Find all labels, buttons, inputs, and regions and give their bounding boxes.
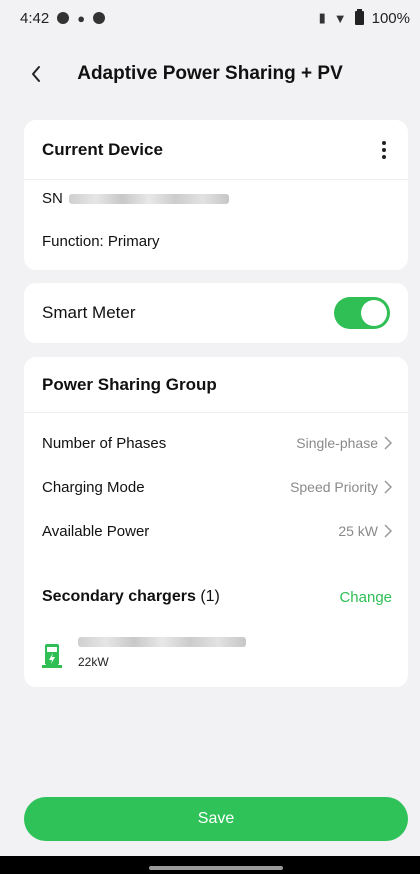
vibrate-icon: ▮ [318, 10, 326, 25]
notification-icon [57, 12, 70, 24]
serial-number-row: SN [42, 190, 229, 207]
page-title: Adaptive Power Sharing + PV [77, 63, 343, 84]
battery-level: 100% [371, 9, 410, 27]
serial-number-label: SN [42, 190, 63, 207]
charger-info: 22kW [78, 637, 246, 669]
setting-value-wrap: 25 kW [338, 523, 392, 539]
setting-row-phases[interactable]: Number of Phases Single-phase [42, 431, 392, 455]
function-text: Function: Primary [42, 233, 160, 250]
power-sharing-group-card: Power Sharing Group Number of Phases Sin… [24, 357, 408, 687]
battery-icon [354, 9, 364, 25]
current-device-title: Current Device [42, 139, 163, 159]
toggle-knob [361, 300, 387, 326]
charger-power: 22kW [78, 655, 109, 669]
power-sharing-group-header: Power Sharing Group [24, 357, 408, 413]
setting-value: 25 kW [338, 523, 378, 539]
setting-label: Number of Phases [42, 434, 167, 452]
setting-row-available-power[interactable]: Available Power 25 kW [42, 519, 392, 543]
setting-row-charging-mode[interactable]: Charging Mode Speed Priority [42, 475, 392, 499]
chevron-right-icon [384, 524, 392, 538]
change-link[interactable]: Change [339, 589, 392, 606]
secondary-chargers-row: Secondary chargers (1) Change [42, 585, 392, 609]
secondary-charger-item[interactable]: 22kW [42, 633, 246, 669]
current-device-card: Current Device SN Function: Primary [24, 120, 408, 270]
current-device-header: Current Device [24, 120, 408, 180]
setting-value-wrap: Single-phase [296, 435, 392, 451]
charger-name-redacted [78, 637, 246, 647]
power-sharing-group-title: Power Sharing Group [42, 374, 217, 394]
home-indicator[interactable] [149, 866, 283, 870]
status-bar: 4:42 ● ▮ ▼ 100% [0, 0, 420, 36]
chevron-right-icon [384, 436, 392, 450]
smart-meter-card: Smart Meter [24, 283, 408, 343]
app-notification-icon: ● [77, 10, 86, 26]
secondary-chargers-count: (1) [200, 588, 220, 605]
setting-label: Available Power [42, 522, 150, 540]
secondary-chargers-label: Secondary chargers [42, 588, 196, 605]
chevron-right-icon [384, 480, 392, 494]
setting-label: Charging Mode [42, 478, 145, 496]
status-right: ▮ ▼ 100% [318, 9, 410, 27]
app-header: Adaptive Power Sharing + PV [0, 52, 420, 96]
ev-charger-icon [42, 644, 62, 668]
status-time: 4:42 [20, 9, 50, 27]
setting-value: Single-phase [296, 435, 378, 451]
smart-meter-toggle[interactable] [334, 297, 390, 329]
setting-value: Speed Priority [290, 479, 378, 495]
system-nav-bar [0, 856, 420, 874]
secondary-chargers-heading: Secondary chargers (1) [42, 588, 220, 606]
status-left: 4:42 ● [20, 9, 106, 27]
more-vertical-icon[interactable] [378, 135, 390, 165]
wifi-icon: ▼ [333, 10, 347, 26]
smart-meter-label: Smart Meter [42, 303, 136, 322]
back-icon[interactable] [22, 60, 50, 88]
save-button[interactable]: Save [24, 797, 408, 841]
setting-value-wrap: Speed Priority [290, 479, 392, 495]
status-dot-icon [93, 12, 106, 24]
serial-number-redacted [68, 193, 229, 204]
